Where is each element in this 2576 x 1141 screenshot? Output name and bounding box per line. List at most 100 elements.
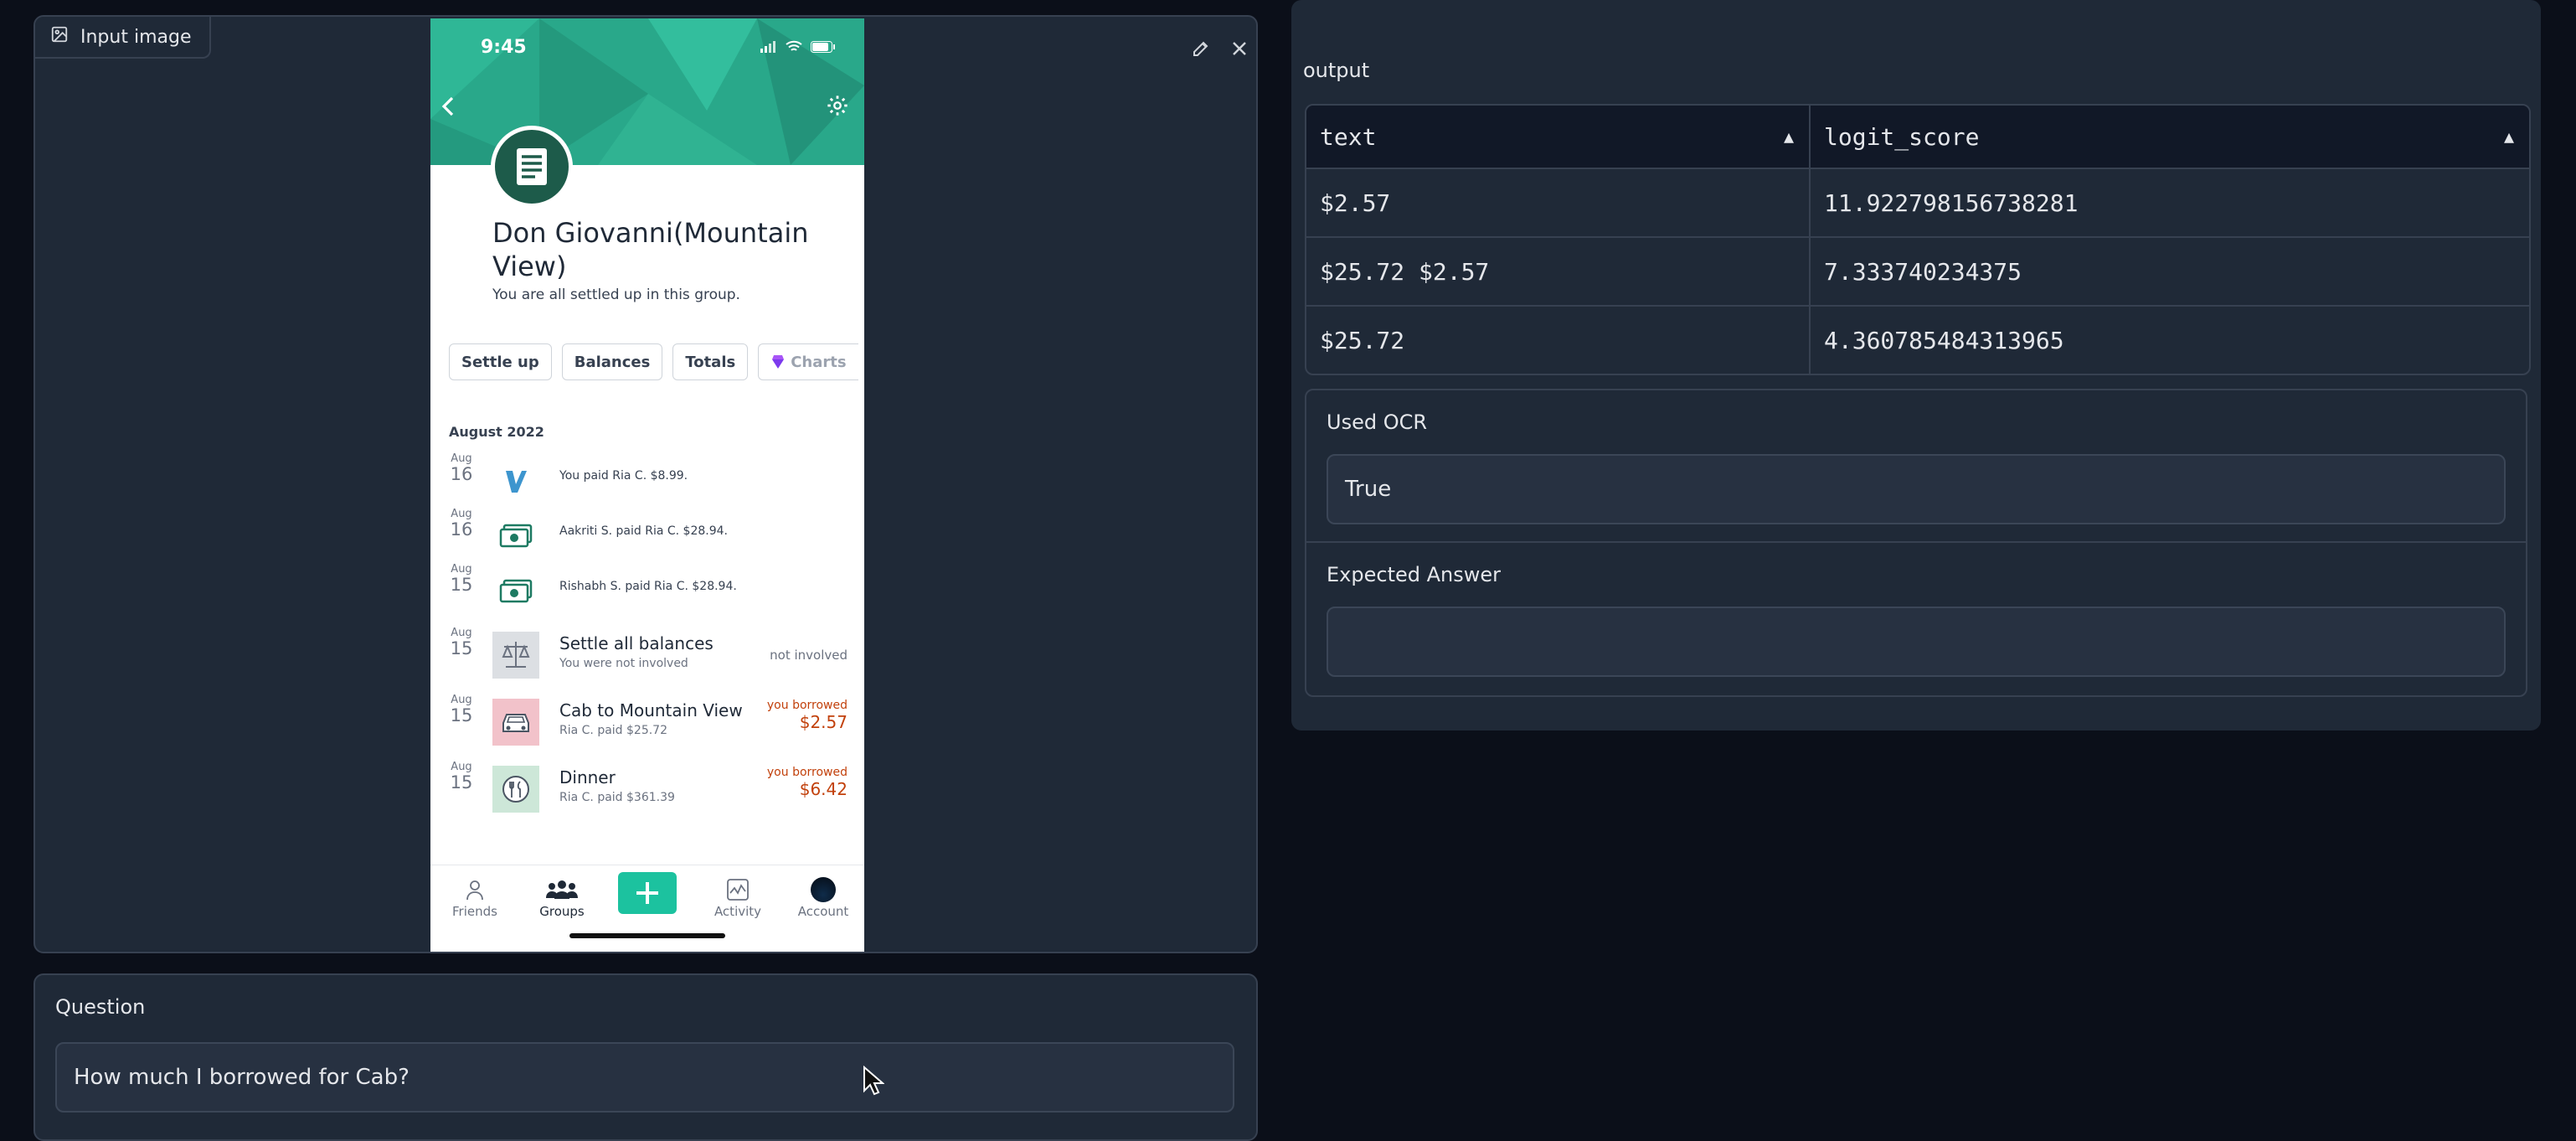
- activity-subtitle: Ria C. paid $25.72: [559, 724, 668, 737]
- activity-subtitle: Ria C. paid $361.39: [559, 791, 675, 804]
- sort-arrow-icon[interactable]: ▲: [2504, 126, 2514, 147]
- activity-row[interactable]: Aug 15 Rishabh S. paid Ria C. $28.94.: [430, 563, 864, 618]
- table-cell[interactable]: $25.72: [1306, 307, 1811, 374]
- battery-icon: [811, 41, 835, 53]
- image-icon: [50, 25, 69, 49]
- sort-arrow-icon[interactable]: ▲: [1784, 126, 1794, 147]
- group-avatar: [491, 126, 573, 208]
- status-icons: [760, 40, 836, 54]
- table-cell[interactable]: 11.922798156738281: [1811, 169, 2529, 236]
- wifi-icon: [786, 40, 802, 51]
- fork-knife-icon: [492, 766, 539, 813]
- borrowed-label: you borrowed: [766, 699, 848, 712]
- question-input[interactable]: How much I borrowed for Cab?: [55, 1042, 1234, 1113]
- question-panel: Question How much I borrowed for Cab?: [33, 973, 1258, 1141]
- tab-activity[interactable]: Activity: [700, 875, 775, 919]
- activity-row-dinner[interactable]: Aug 15 Dinner Ria C. paid $361.39 you bor…: [430, 761, 864, 816]
- column-header-logit-score[interactable]: logit_score ▲: [1811, 106, 2529, 168]
- input-image-panel: Input image 9:45 Don Giovanni(Mountain V…: [33, 15, 1258, 953]
- pencil-icon: [1193, 41, 1208, 56]
- chevron-left-icon: [441, 96, 454, 116]
- person-icon: [466, 880, 483, 901]
- tab-account[interactable]: Account: [786, 875, 861, 919]
- input-image-label-text: Input image: [80, 26, 192, 48]
- settle-up-chip[interactable]: Settle up: [449, 343, 552, 380]
- signal-icon: [760, 41, 775, 53]
- output-panel: output text ▲ logit_score ▲ $2.57 11.922…: [1291, 0, 2541, 731]
- activity-date: Aug 16: [450, 508, 473, 540]
- activity-date: Aug 15: [450, 627, 473, 658]
- expected-answer-label: Expected Answer: [1327, 563, 1501, 586]
- tab-groups[interactable]: Groups: [524, 875, 600, 919]
- scale-icon: [492, 632, 539, 679]
- used-ocr-label: Used OCR: [1327, 410, 1428, 434]
- clear-image-button[interactable]: [1223, 32, 1256, 65]
- activity-description: Rishabh S. paid Ria C. $28.94.: [559, 580, 737, 593]
- status-time: 9:45: [481, 37, 527, 58]
- activity-description: You paid Ria C. $8.99.: [559, 469, 688, 483]
- activity-date: Aug 15: [450, 761, 473, 793]
- tab-account-label: Account: [797, 904, 849, 919]
- activity-date: Aug 16: [450, 452, 473, 484]
- activity-row[interactable]: Aug 15 Settle all balances You were not i…: [430, 627, 864, 682]
- charts-chip-label: Charts: [791, 353, 847, 371]
- charts-chip[interactable]: Charts: [758, 343, 858, 380]
- table-row: $25.72 $2.57 7.333740234375: [1306, 236, 2529, 305]
- totals-chip[interactable]: Totals: [672, 343, 749, 380]
- edit-image-button[interactable]: [1184, 32, 1218, 65]
- table-cell[interactable]: $2.57: [1306, 169, 1811, 236]
- output-label: output: [1303, 59, 1370, 82]
- table-header-row: text ▲ logit_score ▲: [1306, 106, 2529, 168]
- plus-icon: [636, 882, 658, 904]
- output-table: text ▲ logit_score ▲ $2.57 11.9227981567…: [1305, 104, 2531, 375]
- gear-icon: [827, 96, 848, 116]
- expected-answer-field[interactable]: [1327, 607, 2506, 677]
- activity-icon: [727, 879, 749, 901]
- month-header: August 2022: [449, 424, 544, 440]
- used-ocr-block: Used OCR True: [1305, 389, 2527, 543]
- activity-date: Aug 15: [450, 563, 473, 595]
- group-settings-button[interactable]: [826, 94, 849, 121]
- activity-row[interactable]: Aug 16 You paid Ria C. $8.99.: [430, 452, 864, 508]
- activity-date: Aug 15: [450, 694, 473, 725]
- tab-friends[interactable]: Friends: [437, 875, 513, 919]
- account-avatar: [811, 877, 836, 902]
- bottom-tab-bar: Friends Groups Activity Account: [430, 865, 864, 952]
- phone-screenshot: 9:45 Don Giovanni(Mountain View) You are…: [430, 18, 864, 952]
- venmo-icon: [492, 457, 539, 504]
- question-label: Question: [55, 995, 146, 1019]
- borrowed-amount: $2.57: [799, 712, 848, 732]
- back-button[interactable]: [439, 96, 457, 121]
- activity-row[interactable]: Aug 16 Aakriti S. paid Ria C. $28.94.: [430, 508, 864, 563]
- tab-friends-label: Friends: [452, 904, 497, 919]
- table-row: $25.72 4.360785484313965: [1306, 305, 2529, 374]
- table-cell[interactable]: $25.72 $2.57: [1306, 238, 1811, 305]
- not-involved-label: not involved: [770, 648, 848, 663]
- tab-activity-label: Activity: [714, 904, 762, 919]
- table-cell[interactable]: 4.360785484313965: [1811, 307, 2529, 374]
- gem-icon: [772, 355, 785, 369]
- activity-row-cab[interactable]: Aug 15 Cab to Mountain View Ria C. paid $…: [430, 694, 864, 749]
- activity-title: Dinner: [559, 767, 616, 787]
- cash-icon: [492, 513, 539, 560]
- group-settled-status: You are all settled up in this group.: [492, 287, 740, 303]
- input-image-label: Input image: [35, 17, 212, 59]
- activity-title: Settle all balances: [559, 633, 714, 653]
- balances-chip[interactable]: Balances: [561, 343, 663, 380]
- table-row: $2.57 11.922798156738281: [1306, 168, 2529, 236]
- home-indicator: [569, 933, 725, 938]
- borrowed-amount: $6.42: [799, 779, 848, 799]
- borrowed-label: you borrowed: [766, 766, 848, 779]
- tab-groups-label: Groups: [539, 904, 585, 919]
- column-header-logit-score-label: logit_score: [1824, 122, 1980, 151]
- column-header-text[interactable]: text ▲: [1306, 106, 1811, 168]
- activity-description: Aakriti S. paid Ria C. $28.94.: [559, 524, 728, 538]
- table-cell[interactable]: 7.333740234375: [1811, 238, 2529, 305]
- column-header-text-label: text: [1320, 122, 1377, 151]
- close-icon: [1233, 42, 1246, 55]
- add-expense-button[interactable]: [618, 872, 677, 914]
- used-ocr-field[interactable]: True: [1327, 454, 2506, 524]
- car-icon: [492, 699, 539, 746]
- mouse-cursor-icon: [863, 1065, 885, 1099]
- cash-icon: [492, 568, 539, 615]
